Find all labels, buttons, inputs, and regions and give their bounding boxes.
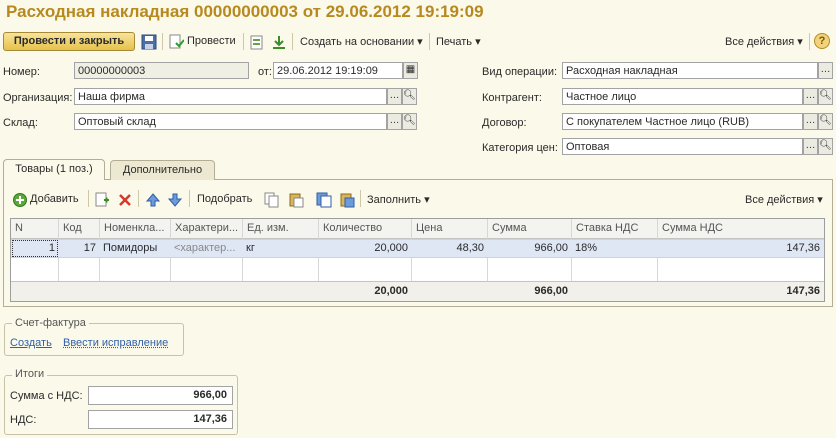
contractor-label: Контрагент: [482,92,542,104]
row-n-cell[interactable]: 1 [11,242,55,254]
enter-correction-link[interactable]: Ввести исправление [63,337,168,349]
move-down-icon[interactable] [167,192,183,208]
contract-select-button[interactable]: … [803,113,818,130]
contract-field[interactable]: С покупателем Частное лицо (RUB) [562,113,803,130]
column-header-quantity[interactable]: Количество [319,219,411,238]
table-all-actions-menu[interactable]: Все действия ▾ [745,193,823,206]
column-header-n[interactable]: N [11,219,58,238]
move-up-icon[interactable] [145,192,161,208]
help-icon[interactable]: ? [814,33,830,49]
column-header-characteristic[interactable]: Характери... [171,219,242,238]
totals-legend: Итоги [12,368,48,380]
print-menu[interactable]: Печать ▾ [436,35,481,48]
document-movements-icon[interactable] [249,34,265,50]
price-category-open-icon[interactable]: 🔍︎ [818,138,833,155]
sum-with-vat-label: Сумма с НДС: [10,390,83,402]
paste-rows-icon[interactable] [339,192,355,208]
row-item-cell[interactable]: Помидоры [103,242,169,254]
warehouse-label: Склад: [3,117,38,129]
paste-icon[interactable] [288,192,304,208]
footer-sum-total: 966,00 [534,285,568,297]
warehouse-field[interactable]: Оптовый склад [74,113,387,130]
operation-label: Вид операции: [482,66,558,78]
vat-label: НДС: [10,414,37,426]
row-quantity-cell[interactable]: 20,000 [319,242,408,254]
warehouse-select-button[interactable]: … [387,113,402,130]
all-actions-menu[interactable]: Все действия ▾ [725,35,803,48]
contractor-select-button[interactable]: … [803,88,818,105]
row-price-cell[interactable]: 48,30 [412,242,484,254]
page-title: Расходная накладная 00000000003 от 29.06… [6,2,484,21]
footer-quantity-total: 20,000 [374,285,408,297]
row-code-cell[interactable]: 17 [59,242,96,254]
post-icon[interactable] [168,34,184,50]
row-vat-rate-cell[interactable]: 18% [575,242,655,254]
organization-open-icon[interactable]: 🔍︎ [402,88,417,105]
add-button[interactable]: Добавить [30,193,79,205]
select-button[interactable]: Подобрать [197,193,252,205]
download-icon[interactable] [271,34,287,50]
row-sum-cell[interactable]: 966,00 [488,242,568,254]
organization-label: Организация: [3,92,73,104]
main-toolbar: Провести и закрыть Провести Создать на о… [0,29,836,53]
vat-value: 147,36 [88,410,233,429]
create-based-on-menu[interactable]: Создать на основании ▾ [300,35,423,48]
copy-icon[interactable] [264,192,280,208]
post-and-close-button[interactable]: Провести и закрыть [3,32,135,51]
row-characteristic-cell[interactable]: <характер... [174,242,241,254]
organization-field[interactable]: Наша фирма [74,88,387,105]
tab-goods[interactable]: Товары (1 поз.) [3,159,105,180]
price-category-field[interactable]: Оптовая [562,138,803,155]
price-category-select-button[interactable]: … [803,138,818,155]
operation-select-button[interactable]: … [818,62,833,79]
goods-table[interactable]: N Код Номенкла... Характери... Ед. изм. … [10,218,825,302]
number-field[interactable]: 00000000003 [74,62,249,79]
column-header-sum[interactable]: Сумма [488,219,571,238]
column-header-item[interactable]: Номенкла... [100,219,170,238]
number-label: Номер: [3,66,40,78]
column-header-code[interactable]: Код [59,219,99,238]
save-icon[interactable] [141,34,157,50]
copy-rows-icon[interactable] [316,192,332,208]
date-field[interactable]: 29.06.2012 19:19:09 [273,62,403,79]
operation-field[interactable]: Расходная накладная [562,62,818,79]
contractor-field[interactable]: Частное лицо [562,88,803,105]
contract-open-icon[interactable]: 🔍︎ [818,113,833,130]
copy-row-icon[interactable] [94,192,110,208]
column-header-price[interactable]: Цена [412,219,487,238]
column-header-vat-sum[interactable]: Сумма НДС [658,219,824,238]
create-invoice-link[interactable]: Создать [10,337,52,349]
contract-label: Договор: [482,117,527,129]
add-icon[interactable] [12,192,28,208]
warehouse-open-icon[interactable]: 🔍︎ [402,113,417,130]
contractor-open-icon[interactable]: 🔍︎ [818,88,833,105]
delete-icon[interactable] [117,192,133,208]
calendar-icon[interactable]: ▦ [403,62,418,79]
invoice-legend: Счет-фактура [12,317,89,329]
post-button[interactable]: Провести [187,35,236,47]
tab-additional[interactable]: Дополнительно [110,160,215,180]
row-vat-sum-cell[interactable]: 147,36 [658,242,820,254]
fill-menu[interactable]: Заполнить ▾ [367,193,430,206]
price-category-label: Категория цен: [482,142,558,154]
organization-select-button[interactable]: … [387,88,402,105]
date-label: от: [258,66,272,78]
footer-vat-total: 147,36 [786,285,820,297]
column-header-vat-rate[interactable]: Ставка НДС [572,219,657,238]
sum-with-vat-value: 966,00 [88,386,233,405]
row-unit-cell[interactable]: кг [246,242,316,254]
column-header-unit[interactable]: Ед. изм. [243,219,318,238]
